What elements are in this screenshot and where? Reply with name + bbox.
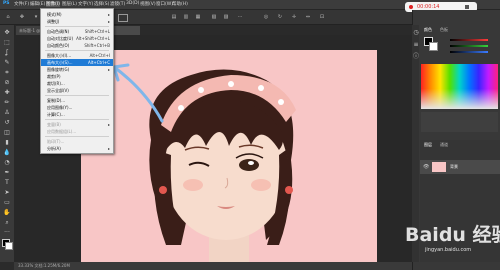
image-menu-dropdown: 模式(M) ▸ 调整(J) ▸ 自动色调(N) Shift+Ctrl+L 自动对比度(… <box>40 8 114 154</box>
menu-item-canvas-size[interactable]: 画布大小(S)... Alt+Ctrl+C <box>41 59 113 66</box>
color-spectrum[interactable] <box>421 64 498 109</box>
more-tools-icon[interactable]: ··· <box>3 229 11 237</box>
eraser-tool-icon[interactable]: ◫ <box>3 129 11 137</box>
background-color-swatch[interactable] <box>5 242 13 250</box>
history-brush-icon[interactable]: ↺ <box>3 119 11 127</box>
watermark-url: jingyan.baidu.com <box>425 247 472 253</box>
menu-item-auto-contrast[interactable]: 自动对比度(U) Alt+Shift+Ctrl+L <box>41 35 113 42</box>
red-slider[interactable] <box>450 39 488 41</box>
quick-select-icon[interactable]: ✎ <box>3 59 11 67</box>
pen-tool-icon[interactable]: ✒ <box>3 169 11 177</box>
tab-color[interactable]: 颜色 <box>424 27 432 33</box>
menu-layer[interactable]: 图层(L) <box>62 1 77 7</box>
menu-item-duplicate[interactable]: 复制(D)... <box>41 97 113 104</box>
home-icon[interactable]: ⌂ <box>4 13 12 21</box>
status-bar: 33.33% 文档:1.25M/6.20M <box>14 262 412 270</box>
menu-item-mode[interactable]: 模式(M) ▸ <box>41 11 113 18</box>
zoom-tool-icon[interactable]: ⌕ <box>3 219 11 227</box>
tab-channels[interactable]: 通道 <box>440 142 448 148</box>
menu-item-trim[interactable]: 裁切(R)... <box>41 80 113 87</box>
menu-item-variables: 变量(B) ▸ <box>47 122 110 127</box>
healing-brush-icon[interactable]: ✚ <box>3 89 11 97</box>
scale-3d-icon[interactable]: ⊡ <box>318 13 326 21</box>
properties-icon[interactable]: ≡ <box>412 41 420 49</box>
tab-layers[interactable]: 图层 <box>424 142 432 148</box>
eyedropper-icon[interactable]: ⊘ <box>3 79 11 87</box>
history-icon[interactable]: ◷ <box>412 29 420 37</box>
align-left-icon[interactable]: ▤ <box>170 13 178 21</box>
baidu-watermark: Baidu 经验 <box>405 224 500 246</box>
menu-filter[interactable]: 滤镜(T) <box>110 1 125 7</box>
tools-panel: ✥ ⬚ ʆ ✎ ⌗ ⊘ ✚ ✏ ♙ ↺ ◫ ▮ 💧 ◔ ✒ T ➤ ▭ ✋ ⌕ … <box>0 25 15 262</box>
pan-3d-icon[interactable]: ✛ <box>290 13 298 21</box>
menu-item-calculations[interactable]: 计算(C)... <box>41 111 113 118</box>
menu-separator <box>45 95 109 96</box>
menu-item-image-size[interactable]: 图像大小(I)... Alt+Ctrl+I <box>41 52 113 59</box>
menu-item-apply-image[interactable]: 应用图像(Y)... <box>41 104 113 111</box>
layer-name: 背景 <box>450 164 458 169</box>
menu-file[interactable]: 文件(F) <box>14 1 29 7</box>
marquee-tool-icon[interactable]: ⬚ <box>3 39 11 47</box>
menu-separator <box>45 26 109 27</box>
clone-stamp-icon[interactable]: ♙ <box>3 109 11 117</box>
menu-image[interactable]: 图像(I) <box>46 1 60 7</box>
move-tool-icon[interactable]: ✥ <box>3 29 11 37</box>
menu-item-apply-data-set: 应用数据组(L)... <box>47 129 77 134</box>
menu-select[interactable]: 选择(S) <box>94 1 109 7</box>
menu-item-adjustments[interactable]: 调整(J) ▸ <box>41 18 113 25</box>
layer-row[interactable]: 👁 背景 <box>420 160 500 174</box>
blur-tool-icon[interactable]: 💧 <box>3 149 11 157</box>
menu-3d[interactable]: 3D(D) <box>126 1 139 6</box>
brush-tool-icon[interactable]: ✏ <box>3 99 11 107</box>
status-text: 33.33% 文档:1.25M/6.20M <box>18 263 70 268</box>
tab-swatches[interactable]: 色板 <box>440 27 448 33</box>
menu-type[interactable]: 文字(Y) <box>78 1 93 7</box>
lasso-tool-icon[interactable]: ʆ <box>3 49 11 57</box>
shape-tool-icon[interactable]: ▭ <box>3 199 11 207</box>
menu-separator <box>45 136 109 137</box>
adjustments-panel <box>421 112 498 132</box>
distribute-icon[interactable]: ▧ <box>210 13 218 21</box>
blue-slider[interactable] <box>450 51 488 53</box>
menu-item-reveal-all[interactable]: 显示全部(V) <box>41 87 113 94</box>
ps-logo: PS <box>3 1 10 6</box>
crop-tool-icon[interactable]: ⌗ <box>3 69 11 77</box>
menu-window[interactable]: 窗口(W) <box>156 1 173 7</box>
path-select-icon[interactable]: ➤ <box>3 189 11 197</box>
dodge-tool-icon[interactable]: ◔ <box>3 159 11 167</box>
dropdown-icon[interactable]: ▾ <box>32 13 40 21</box>
menu-help[interactable]: 帮助(H) <box>172 1 188 7</box>
3d-mode-icon[interactable]: ◎ <box>262 13 270 21</box>
align-right-icon[interactable]: ▦ <box>194 13 202 21</box>
menu-item-auto-color[interactable]: 自动颜色(O) Shift+Ctrl+B <box>41 42 113 49</box>
gradient-tool-icon[interactable]: ▮ <box>3 139 11 147</box>
type-tool-icon[interactable]: T <box>3 179 11 187</box>
menu-separator <box>45 50 109 51</box>
checkbox[interactable] <box>118 14 128 22</box>
menu-item-crop[interactable]: 裁剪(P) <box>41 73 113 80</box>
info-icon[interactable]: ⓘ <box>412 53 420 61</box>
bg-color-chip[interactable] <box>429 42 438 51</box>
menu-item-analysis[interactable]: 分析(A) ▸ <box>41 145 113 152</box>
slide-3d-icon[interactable]: ⇔ <box>304 13 312 21</box>
rotate-3d-icon[interactable]: ↻ <box>276 13 284 21</box>
align-center-icon[interactable]: ▥ <box>182 13 190 21</box>
menu-edit[interactable]: 编辑(E) <box>30 1 45 7</box>
green-slider[interactable] <box>450 45 488 47</box>
menu-item-trap: 陷印(T)... <box>47 139 65 144</box>
more-options-icon[interactable]: ··· <box>236 13 244 21</box>
eye-icon[interactable]: 👁 <box>423 164 429 170</box>
stop-icon[interactable] <box>465 5 469 9</box>
menu-view[interactable]: 视图(V) <box>140 1 156 7</box>
distribute-2-icon[interactable]: ▨ <box>222 13 230 21</box>
hand-tool-icon[interactable]: ✋ <box>3 209 11 217</box>
record-dot-icon <box>409 5 413 9</box>
layer-thumbnail <box>432 162 446 172</box>
menu-separator <box>45 119 109 120</box>
move-tool-icon[interactable]: ✥ <box>18 13 26 21</box>
menu-item-image-rotation[interactable]: 图像旋转(G) ▸ <box>41 66 113 73</box>
menu-item-auto-tone[interactable]: 自动色调(N) Shift+Ctrl+L <box>41 28 113 35</box>
